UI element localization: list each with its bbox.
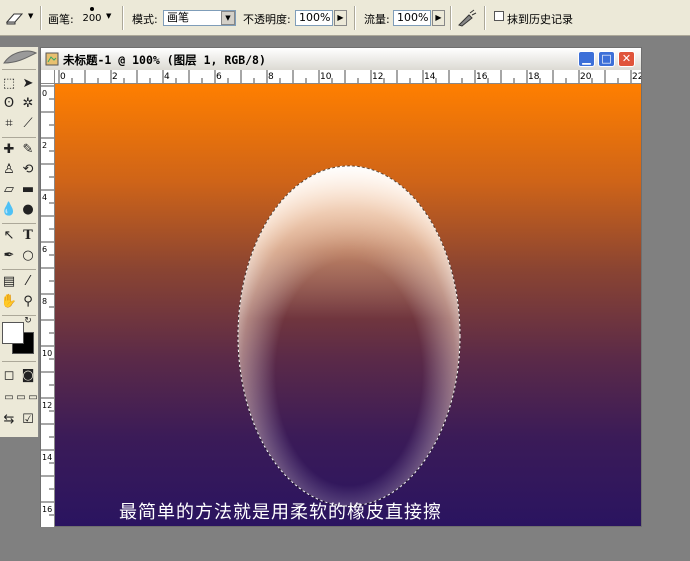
ruler-h-label: 18 (528, 72, 540, 82)
history-brush-tool-icon[interactable]: ⟲ (19, 161, 37, 179)
workspace-background (642, 47, 690, 527)
ruler-h-label: 12 (372, 72, 383, 82)
lasso-tool-icon[interactable]: ʘ (0, 95, 18, 113)
eraser-tool-active-icon[interactable]: ▱ (0, 181, 18, 199)
canvas-artwork (237, 165, 461, 507)
standard-mode-icon[interactable]: ◻ (0, 367, 18, 385)
egg-highlight (238, 166, 460, 506)
move-tool-icon[interactable]: ➤ (19, 75, 37, 93)
brush-preset-picker[interactable]: 200 (78, 4, 106, 32)
ruler-v-label: 6 (42, 245, 47, 254)
type-tool-icon[interactable]: T (19, 227, 37, 245)
opacity-slider-arrow-icon[interactable]: ▶ (334, 10, 347, 26)
brush-tool-icon[interactable]: ✎ (19, 141, 37, 159)
path-selection-tool-icon[interactable]: ↖ (0, 227, 18, 245)
brush-label: 画笔: (48, 13, 74, 26)
eyedropper-tool-icon[interactable]: ⁄ (19, 273, 37, 291)
crop-tool-icon[interactable]: ⌗ (0, 115, 18, 133)
ruler-h-label: 20 (580, 72, 592, 82)
pen-tool-icon[interactable]: ✒ (0, 247, 18, 265)
mode-dropdown-icon[interactable]: ▼ (221, 11, 235, 25)
ruler-h-label: 4 (164, 72, 170, 82)
minimize-icon: ▁ (582, 52, 591, 65)
foreground-color-swatch[interactable] (2, 322, 24, 344)
ruler-h-label: 14 (424, 72, 436, 82)
flow-slider-arrow-icon[interactable]: ▶ (432, 10, 445, 26)
flow-value: 100% (397, 11, 429, 24)
healing-brush-tool-icon[interactable]: ✚ (0, 141, 18, 159)
ruler-h-label: 22 (632, 72, 641, 82)
horizontal-ruler[interactable]: 0 2 4 6 8 10 12 14 16 18 20 22 (55, 70, 641, 84)
ruler-h-label: 0 (60, 72, 66, 82)
gradient-tool-icon[interactable]: ▬ (19, 181, 37, 199)
feather-logo-icon (3, 50, 38, 64)
edit-icon[interactable]: ☑ (19, 411, 37, 429)
ruler-h-label: 16 (476, 72, 488, 82)
canvas[interactable]: 最简单的方法就是用柔软的橡皮直接擦 (55, 84, 641, 526)
quick-mask-mode-icon[interactable]: ◙ (19, 367, 37, 385)
minimize-button[interactable]: ▁ (578, 51, 595, 67)
close-icon: ✕ (621, 52, 632, 65)
opacity-value: 100% (299, 11, 331, 24)
tool-preset-dropdown-icon[interactable]: ▼ (28, 12, 33, 20)
flow-input[interactable]: 100% (393, 10, 431, 26)
notes-tool-icon[interactable]: ▤ (0, 273, 18, 291)
ruler-v-label: 16 (42, 505, 52, 514)
ruler-v-label: 10 (42, 349, 52, 358)
blur-tool-icon[interactable]: 💧 (0, 201, 18, 219)
jump-to-imageready-icon[interactable]: ⇆ (0, 411, 18, 429)
ruler-h-label: 10 (320, 72, 332, 82)
dodge-tool-icon[interactable]: ● (19, 201, 37, 219)
ruler-v-label: 8 (42, 297, 47, 306)
ruler-v-label: 0 (42, 89, 47, 98)
document-titlebar[interactable]: 未标题-1 @ 100% (图层 1, RGB/8) ▁ □ ✕ (41, 48, 641, 71)
ruler-origin[interactable] (41, 70, 55, 84)
mode-value: 画笔 (167, 11, 189, 24)
opacity-input[interactable]: 100% (295, 10, 333, 26)
brush-size: 200 (82, 13, 102, 24)
ruler-v-label: 12 (42, 401, 52, 410)
clone-stamp-tool-icon[interactable]: ♙ (0, 161, 18, 179)
close-button[interactable]: ✕ (618, 51, 635, 67)
maximize-button[interactable]: □ (598, 51, 615, 67)
zoom-tool-icon[interactable]: ⚲ (19, 293, 37, 311)
maximize-icon: □ (601, 52, 612, 65)
toolbox: ⬚ ➤ ʘ ✲ ⌗ ⟋ ✚ ✎ ♙ ⟲ ▱ ▬ 💧 ● ↖ T ✒ ○ ▤ ⁄ … (0, 47, 39, 437)
magic-wand-tool-icon[interactable]: ✲ (19, 95, 37, 113)
ruler-v-label: 4 (42, 193, 47, 202)
slice-tool-icon[interactable]: ⟋ (19, 115, 37, 133)
video-caption: 最简单的方法就是用柔软的橡皮直接擦 (119, 502, 442, 523)
eraser-tool-icon[interactable] (4, 9, 26, 27)
ruler-v-label: 2 (42, 141, 47, 150)
mode-label: 模式: (132, 13, 158, 26)
document-title: 未标题-1 @ 100% (图层 1, RGB/8) (63, 53, 266, 67)
erase-to-history-checkbox[interactable] (494, 11, 504, 21)
ruler-h-label: 6 (216, 72, 222, 82)
airbrush-icon[interactable] (456, 8, 478, 28)
erase-to-history-label: 抹到历史记录 (507, 13, 573, 26)
hand-tool-icon[interactable]: ✋ (0, 293, 18, 311)
ruler-h-label: 2 (112, 72, 118, 82)
document-window: 未标题-1 @ 100% (图层 1, RGB/8) ▁ □ ✕ 0 2 4 6 8 10… (40, 47, 642, 527)
document-icon (45, 52, 59, 66)
ruler-h-label: 8 (268, 72, 274, 82)
flow-label: 流量: (364, 13, 390, 26)
brush-dot-icon (90, 7, 94, 11)
options-bar: ▼ 画笔: 200 ▼ 模式: 画笔 ▼ 不透明度: 100% ▶ 流量: 10… (0, 0, 690, 36)
ruler-v-label: 14 (42, 453, 52, 462)
shape-tool-icon[interactable]: ○ (19, 247, 37, 265)
vertical-ruler[interactable]: 0 2 4 6 8 10 12 14 16 (41, 84, 55, 527)
marquee-tool-icon[interactable]: ⬚ (0, 75, 18, 93)
swap-colors-icon[interactable]: ↻ (22, 315, 34, 327)
opacity-label: 不透明度: (243, 13, 291, 26)
brush-dropdown-icon[interactable]: ▼ (106, 12, 111, 20)
